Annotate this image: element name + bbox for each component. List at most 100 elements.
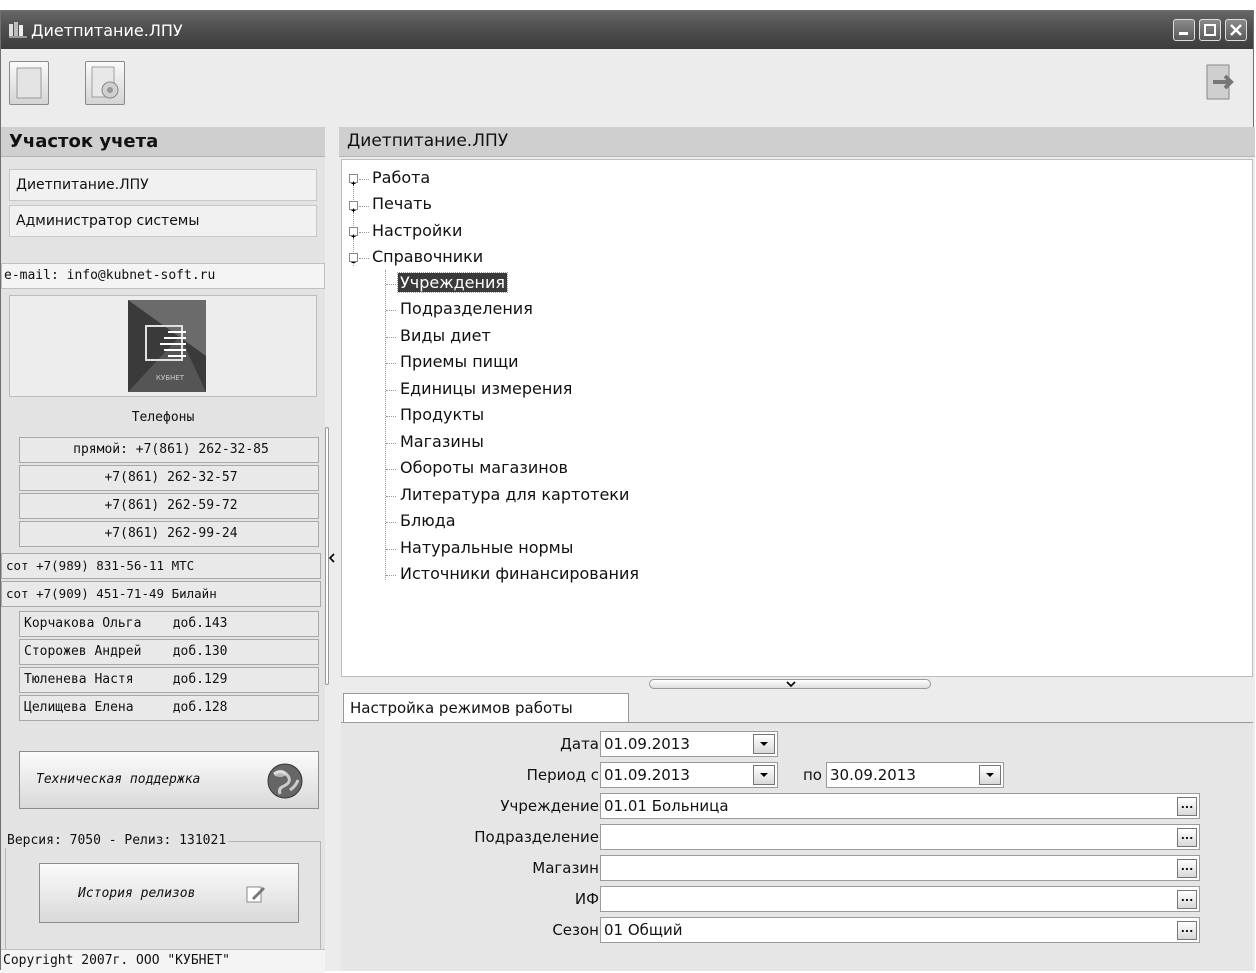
left-panel-title: Участок учета <box>1 127 325 157</box>
toolbar-button-settings[interactable] <box>85 61 125 105</box>
period-to-dropdown-button[interactable] <box>979 765 1001 785</box>
tree-connector <box>359 179 369 180</box>
tree-item-funding-sources[interactable]: Источники финансирования <box>400 564 639 583</box>
shop-label: Магазин <box>532 859 599 877</box>
tree-connector <box>359 258 369 259</box>
shop-browse-button[interactable]: ... <box>1177 859 1197 878</box>
tree-item-dishes[interactable]: Блюда <box>400 511 456 530</box>
expand-icon[interactable] <box>349 174 358 186</box>
toolbar-button-panel[interactable] <box>9 61 49 105</box>
phones-title: Телефоны <box>1 410 325 425</box>
institution-field[interactable]: 01.01 Больница ... <box>600 793 1200 819</box>
date-field[interactable]: 01.09.2013 <box>600 731 778 757</box>
tree-connector <box>386 310 396 311</box>
minimize-button[interactable] <box>1173 19 1195 41</box>
season-label: Сезон <box>552 921 599 939</box>
tree-connector <box>386 575 396 576</box>
contact-row: Корчакова Ольга доб.143 <box>19 611 319 637</box>
title-bar: Диетпитание.ЛПУ <box>1 11 1253 49</box>
phone-row: +7(861) 262-32-57 <box>19 465 319 491</box>
tree-item-diet-types[interactable]: Виды диет <box>400 326 491 345</box>
period-from-label: Период с <box>526 766 599 784</box>
work-modes-form: Дата 01.09.2013 Период с 01.09.2013 по 3… <box>341 722 1253 971</box>
panel-icon <box>16 67 42 99</box>
company-logo: КУБНЕТ <box>9 295 317 397</box>
horizontal-splitter[interactable] <box>649 679 931 689</box>
exit-button[interactable] <box>1199 61 1239 105</box>
maximize-icon <box>1204 24 1216 36</box>
institution-label: Учреждение <box>500 797 599 815</box>
app-icon <box>9 22 27 38</box>
logo-wordmark: КУБНЕТ <box>156 374 185 382</box>
period-from-value: 01.09.2013 <box>604 766 690 784</box>
tree-node-references[interactable]: Справочники <box>372 247 483 266</box>
tree-node-work[interactable]: Работа <box>372 168 430 187</box>
tree-connector <box>386 549 396 550</box>
close-button[interactable] <box>1225 19 1247 41</box>
collapse-down-icon[interactable] <box>786 680 796 688</box>
main-window: Диетпитание.ЛПУ Участок учета Диетпитани… <box>0 10 1255 973</box>
collapse-left-icon[interactable] <box>328 553 336 563</box>
minimize-icon <box>1179 32 1188 35</box>
collapse-icon[interactable] <box>349 253 358 263</box>
period-to-value: 30.09.2013 <box>830 766 916 784</box>
funding-source-browse-button[interactable]: ... <box>1177 890 1197 909</box>
right-panel: Диетпитание.ЛПУ Работа Печать Настройки <box>339 127 1255 971</box>
contact-row: Сторожев Андрей доб.130 <box>19 639 319 665</box>
date-value: 01.09.2013 <box>604 735 690 753</box>
tree-connector <box>386 337 396 338</box>
tree-item-card-literature[interactable]: Литература для картотеки <box>400 485 629 504</box>
tree-connector <box>359 232 369 233</box>
settings-icon <box>91 66 119 99</box>
funding-source-field[interactable]: ... <box>600 886 1200 912</box>
tree-node-settings[interactable]: Настройки <box>372 221 462 240</box>
release-history-button[interactable]: История релизов <box>39 863 299 923</box>
copyright-label: Copyright 2007г. ООО "КУБНЕТ" <box>1 949 325 973</box>
contact-row: Тюленева Настя доб.129 <box>19 667 319 693</box>
menu-tree: Работа Печать Настройки Справочники Учре… <box>341 159 1253 677</box>
tree-guide <box>385 270 386 580</box>
period-from-field[interactable]: 01.09.2013 <box>600 762 778 788</box>
right-panel-title: Диетпитание.ЛПУ <box>339 127 1255 157</box>
tree-item-products[interactable]: Продукты <box>400 405 484 424</box>
period-to-label: по <box>803 766 822 784</box>
tree-connector <box>386 522 396 523</box>
chevron-down-icon <box>986 773 994 777</box>
logo-image: КУБНЕТ <box>128 300 206 392</box>
tree-item-natural-norms[interactable]: Натуральные нормы <box>400 538 573 557</box>
tree-item-shop-turnover[interactable]: Обороты магазинов <box>400 458 568 477</box>
tree-item-institutions[interactable]: Учреждения <box>396 272 509 293</box>
date-dropdown-button[interactable] <box>753 734 775 754</box>
division-browse-button[interactable]: ... <box>1177 828 1197 847</box>
tree-node-print[interactable]: Печать <box>372 194 432 213</box>
tree-connector <box>386 390 396 391</box>
account-item-app[interactable]: Диетпитание.ЛПУ <box>9 169 317 201</box>
expand-icon[interactable] <box>349 201 358 213</box>
tab-work-modes[interactable]: Настройка режимов работы <box>343 693 629 723</box>
tree-connector <box>359 206 369 207</box>
tech-support-button[interactable]: Техническая поддержка <box>19 751 319 809</box>
phone-row: +7(861) 262-59-72 <box>19 493 319 519</box>
maximize-button[interactable] <box>1199 19 1221 41</box>
season-browse-button[interactable]: ... <box>1177 921 1197 940</box>
institution-browse-button[interactable]: ... <box>1177 797 1197 816</box>
shop-field[interactable]: ... <box>600 855 1200 881</box>
institution-value: 01.01 Больница <box>604 797 729 815</box>
tree-item-units[interactable]: Единицы измерения <box>400 379 572 398</box>
funding-source-label: ИФ <box>574 890 599 908</box>
chevron-down-icon <box>760 773 768 777</box>
period-from-dropdown-button[interactable] <box>753 765 775 785</box>
phone-row: +7(861) 262-99-24 <box>19 521 319 547</box>
expand-icon[interactable] <box>349 227 358 239</box>
phone-row: сот +7(989) 831-56-11 МТС <box>1 553 321 579</box>
tree-item-divisions[interactable]: Подразделения <box>400 299 533 318</box>
division-field[interactable]: ... <box>600 824 1200 850</box>
account-item-user[interactable]: Администратор системы <box>9 205 317 237</box>
globe-icon <box>267 763 303 799</box>
tree-item-shops[interactable]: Магазины <box>400 432 484 451</box>
period-to-field[interactable]: 30.09.2013 <box>826 762 1004 788</box>
season-field[interactable]: 01 Общий ... <box>600 917 1200 943</box>
phone-row: сот +7(909) 451-71-49 Билайн <box>1 581 321 607</box>
release-history-label: История релизов <box>78 886 196 901</box>
tree-item-meals[interactable]: Приемы пищи <box>400 352 519 371</box>
